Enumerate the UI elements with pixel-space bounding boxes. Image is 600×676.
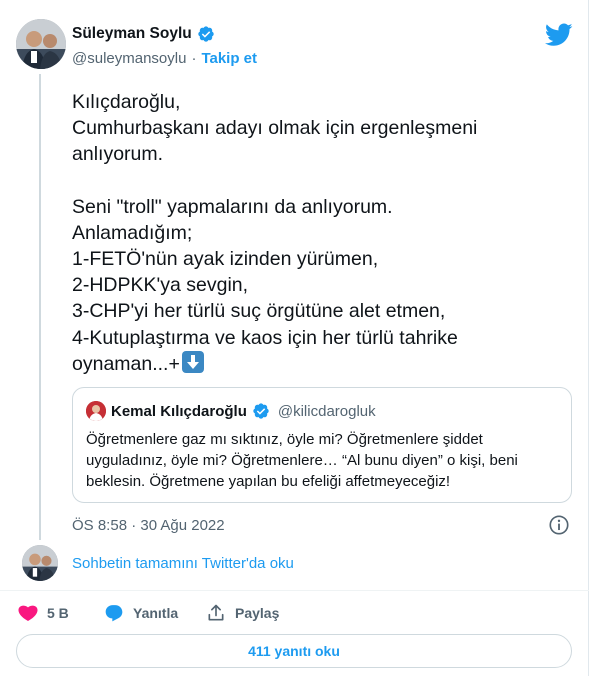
twitter-bird-icon[interactable] <box>545 23 573 47</box>
quoted-author-handle: @kilicdarogluk <box>277 402 376 420</box>
author-name[interactable]: Süleyman Soylu <box>72 25 192 43</box>
verified-badge-icon <box>198 26 214 42</box>
author-avatar[interactable] <box>16 19 66 69</box>
tweet-embed-card: Süleyman Soylu @suleymansoylu · Takip et… <box>0 0 589 676</box>
quoted-tweet[interactable]: Kemal Kılıçdaroğlu @kilicdarogluk Öğretm… <box>72 387 572 503</box>
tweet-line: Anlamadığım; <box>72 221 193 244</box>
author-handle[interactable]: @suleymansoylu <box>72 50 186 67</box>
down-arrow-emoji-icon <box>181 350 204 373</box>
follow-button[interactable]: Takip et <box>201 50 257 67</box>
tweet-line: Seni "troll" yapmalarını da anlıyorum. <box>72 195 393 218</box>
tweet-line: 4-Kutuplaştırma ve kaos için her türlü t… <box>72 326 458 349</box>
share-label: Paylaş <box>235 605 280 621</box>
reply-label: Yanıtla <box>133 605 179 621</box>
reply-bubble-icon <box>105 605 123 622</box>
thread-author-avatar[interactable] <box>22 545 58 581</box>
tweet-timestamp[interactable]: ÖS 8:58 · 30 Ağu 2022 <box>72 517 225 534</box>
like-button[interactable]: 5 B <box>18 603 69 623</box>
quoted-author-name: Kemal Kılıçdaroğlu <box>111 402 247 420</box>
info-icon[interactable] <box>548 514 570 536</box>
thread-line <box>39 74 41 540</box>
action-bar: 5 B Yanıtla Paylaş <box>0 590 589 632</box>
heart-icon <box>18 605 38 621</box>
tweet-line: 2-HDPKK'ya sevgin, <box>72 274 249 297</box>
tweet-line: 3-CHP'yi her türlü suç örgütüne alet etm… <box>72 300 446 323</box>
handle-separator: · <box>191 50 197 67</box>
like-count: 5 B <box>47 605 69 621</box>
quoted-tweet-text: Öğretmenlere gaz mı sıktınız, öyle mi? Ö… <box>86 431 518 490</box>
read-replies-button[interactable]: 411 yanıtı oku <box>16 634 572 668</box>
verified-badge-icon <box>253 403 269 419</box>
tweet-line: Kılıçdaroğlu, <box>72 91 181 113</box>
tweet-line: 1-FETÖ'nün ayak izinden yürümen, <box>72 248 379 271</box>
tweet-line: anlıyorum. <box>72 143 164 166</box>
tweet-line: Cumhurbaşkanı adayı olmak için ergenleşm… <box>72 117 478 140</box>
quoted-author-avatar <box>86 401 106 421</box>
share-icon <box>208 604 224 621</box>
tweet-line: oynaman...+ <box>72 352 180 375</box>
reply-button[interactable]: Yanıtla <box>104 603 178 623</box>
read-full-thread-link[interactable]: Sohbetin tamamını Twitter'da oku <box>72 555 294 572</box>
tweet-text: Kılıçdaroğlu, Cumhurbaşkanı adayı olmak … <box>72 89 572 377</box>
share-button[interactable]: Paylaş <box>206 603 279 623</box>
